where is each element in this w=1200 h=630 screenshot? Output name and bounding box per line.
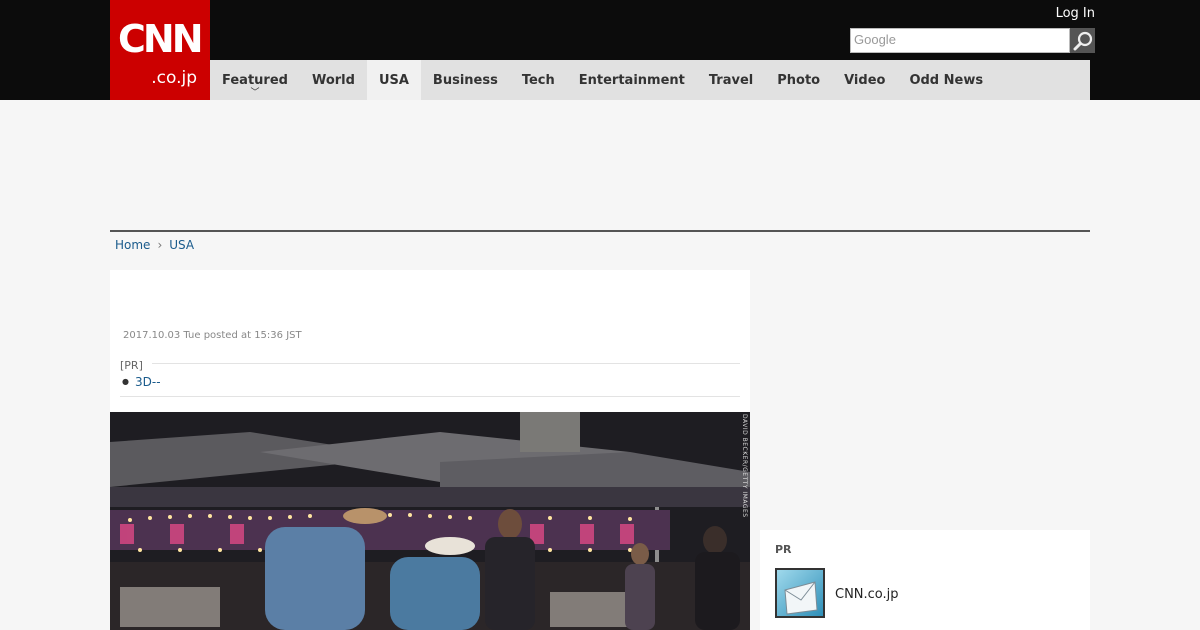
sidebar-pr-title: PR — [775, 543, 792, 556]
nav-label: USA — [378, 72, 409, 88]
pr-divider — [120, 396, 740, 397]
search-button[interactable] — [1070, 28, 1095, 53]
nav-travel[interactable]: Travel — [697, 60, 765, 100]
breadcrumb-usa[interactable]: USA — [169, 238, 194, 252]
nav-label: Photo — [777, 72, 821, 88]
mail-icon — [784, 581, 818, 615]
pr-label: [PR] — [120, 359, 143, 372]
top-bar: CNN .co.jp Log In Google Featured ﹀ Worl… — [0, 0, 1200, 100]
nav-label: Travel — [708, 72, 754, 88]
article-card: 2017.10.03 Tue posted at 15:36 JST [PR] … — [110, 270, 750, 630]
nav-entertainment[interactable]: Entertainment — [567, 60, 697, 100]
pr-link-text: 3D-- — [134, 375, 161, 389]
chevron-right-icon: › — [157, 238, 163, 252]
pr-divider — [152, 363, 740, 364]
posted-timestamp: 2017.10.03 Tue posted at 15:36 JST — [123, 330, 302, 341]
chevron-down-icon: ﹀ — [250, 88, 260, 98]
photo-credit: DAVID BECKER/GETTY IMAGES — [741, 414, 748, 518]
login-link[interactable]: Log In — [1056, 6, 1095, 21]
envelope-thumbnail[interactable] — [775, 568, 825, 618]
cnn-logo[interactable]: CNN .co.jp — [110, 0, 210, 100]
nav-business[interactable]: Business — [421, 60, 510, 100]
sidebar-pr-item[interactable]: CNN.co.jp — [835, 587, 899, 602]
breadcrumb-home[interactable]: Home — [115, 238, 150, 252]
logo-text: CNN — [118, 17, 203, 61]
concert-crowd-image — [110, 412, 750, 630]
sidebar-pr-box: PR CNN.co.jp — [760, 530, 1090, 630]
nav-label: Tech — [521, 72, 555, 88]
search-icon — [1073, 31, 1092, 50]
search-input[interactable]: Google — [850, 28, 1070, 53]
bullet-icon: ● — [122, 377, 129, 386]
nav-video[interactable]: Video — [832, 60, 897, 100]
nav-label: Video — [844, 72, 886, 88]
main-nav: Featured ﹀ World USA Business Tech Enter… — [210, 60, 1090, 100]
nav-featured[interactable]: Featured ﹀ — [210, 60, 300, 100]
nav-label: World — [311, 72, 355, 88]
nav-odd-news[interactable]: Odd News — [897, 60, 995, 100]
breadcrumb: Home › USA — [115, 238, 194, 252]
section-divider — [110, 230, 1090, 232]
nav-label: Odd News — [909, 72, 984, 88]
nav-tech[interactable]: Tech — [510, 60, 567, 100]
nav-world[interactable]: World — [300, 60, 367, 100]
logo-domain: .co.jp — [151, 68, 197, 88]
article-photo: DAVID BECKER/GETTY IMAGES — [110, 412, 750, 630]
nav-usa[interactable]: USA — [366, 60, 421, 100]
pr-link[interactable]: ● 3D-- — [122, 375, 161, 389]
nav-label: Business — [432, 72, 498, 88]
nav-photo[interactable]: Photo — [765, 60, 832, 100]
nav-label: Entertainment — [578, 72, 685, 88]
